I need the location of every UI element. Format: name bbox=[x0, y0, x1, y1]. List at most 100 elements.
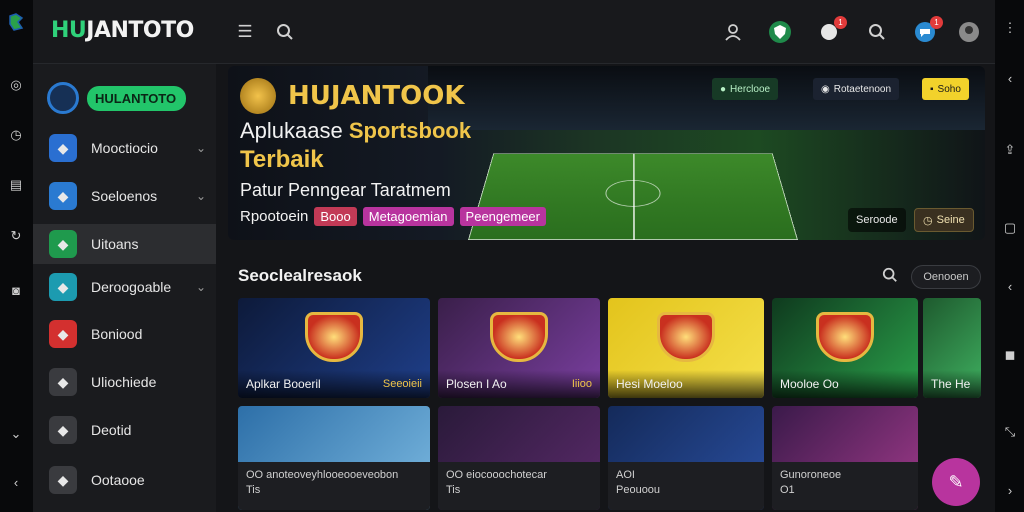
more-icon[interactable]: ⋮ bbox=[1000, 18, 1020, 38]
game-card[interactable]: The He bbox=[923, 298, 981, 398]
game-card-caption: AOI Peouoou bbox=[608, 462, 764, 510]
tool-icon: ◆ bbox=[49, 273, 77, 301]
pinch-icon[interactable]: ⤡ bbox=[1000, 422, 1020, 442]
refresh-icon[interactable]: ↻ bbox=[6, 226, 26, 246]
chrome-icon[interactable]: ◎ bbox=[6, 75, 26, 95]
hero-chip-2[interactable]: ◉ Rotaetenoon bbox=[813, 78, 900, 100]
edit-fab-button[interactable]: ✎ bbox=[932, 458, 980, 506]
game-card-title: The He bbox=[931, 377, 971, 391]
avatar-icon[interactable] bbox=[957, 20, 981, 44]
game-card[interactable]: OO eiocooochotecar Tis bbox=[438, 406, 600, 510]
user-icon[interactable] bbox=[721, 20, 745, 44]
section-filter-button[interactable]: Oenooen bbox=[911, 265, 981, 289]
chat-badge: 1 bbox=[834, 16, 847, 29]
clock-icon[interactable]: ◷ bbox=[6, 125, 26, 145]
back-arrow-icon[interactable]: ‹ bbox=[1000, 68, 1020, 88]
sidebar-item-6[interactable]: ◆ Uliochiede bbox=[33, 362, 216, 402]
game-card[interactable]: Hesi Moeloo bbox=[608, 298, 764, 398]
hero-left-button[interactable]: Seroode bbox=[848, 208, 906, 232]
hero-left-button-label: Seroode bbox=[856, 214, 898, 226]
camera-icon[interactable]: ◙ bbox=[6, 280, 26, 300]
game-card-subtitle: O1 bbox=[780, 484, 795, 496]
game-card-title: Hesi Moeloo bbox=[616, 377, 683, 391]
game-card-caption: Gunoroneoe O1 bbox=[772, 462, 918, 510]
chevron-down-icon[interactable]: ⌄ bbox=[196, 141, 206, 155]
notes-icon[interactable]: ▤ bbox=[6, 175, 26, 195]
game-card[interactable]: Plosen I Ao Iiioo bbox=[438, 298, 600, 398]
hero-right-button-label: Seine bbox=[936, 214, 965, 226]
chevron-down-icon[interactable]: ⌄ bbox=[6, 424, 26, 444]
sidebar-brand[interactable]: HULANTOTO bbox=[47, 82, 187, 114]
chip-globe-icon: ◉ bbox=[821, 83, 830, 95]
logo-text-hu: HU bbox=[51, 18, 87, 43]
hero-banner[interactable]: HUJANTOOK Aplukaase Sportsbook Terbaik P… bbox=[228, 66, 985, 240]
game-card-title: OO eiocooochotecar bbox=[446, 469, 547, 481]
top-app-bar: HUJANTOTO ☰ 1 1 bbox=[33, 0, 995, 64]
game-card-caption: The He bbox=[923, 370, 981, 398]
hero-headline: Aplukaase Sportsbook bbox=[240, 118, 471, 144]
game-card-caption: OO anoteoveyhlooeooeveobon Tis bbox=[238, 462, 430, 510]
logo-text-rest: JANTOTO bbox=[86, 18, 194, 43]
game-card-caption: Aplkar Booeril Seeoieii bbox=[238, 370, 430, 398]
sidebar-brand-label: HULANTOTO bbox=[87, 85, 187, 111]
hero-tag-3[interactable]: Peengemeer bbox=[459, 207, 546, 226]
hero-headline-a: Aplukaase bbox=[240, 118, 349, 143]
chevron-down-icon[interactable]: ⌄ bbox=[196, 280, 206, 294]
menu-icon[interactable]: ☰ bbox=[233, 20, 257, 44]
sidebar-item-label: Mooctiocio bbox=[91, 140, 158, 156]
ball-icon: ◆ bbox=[49, 368, 77, 396]
sidebar-item-4[interactable]: ◆ Deroogoable ⌄ bbox=[33, 267, 216, 307]
app-logo-icon[interactable] bbox=[6, 12, 26, 32]
record-icon[interactable]: ◼ bbox=[1000, 345, 1020, 365]
hero-tag-1[interactable]: Booo bbox=[314, 207, 357, 226]
hero-tagline: Patur Penngear Taratmem bbox=[240, 180, 451, 200]
grid-icon: ◆ bbox=[49, 182, 77, 210]
sidebar-item-1[interactable]: ◆ Mooctiocio ⌄ bbox=[33, 128, 216, 168]
brand-medal-icon bbox=[47, 82, 79, 114]
game-card[interactable]: Gunoroneoe O1 bbox=[772, 406, 918, 510]
share-icon[interactable]: ⇪ bbox=[1000, 140, 1020, 160]
game-card[interactable]: AOI Peouoou bbox=[608, 406, 764, 510]
chat-icon[interactable]: 1 bbox=[817, 16, 847, 44]
game-card-caption: Hesi Moeloo bbox=[608, 370, 764, 398]
trophy-icon: ◆ bbox=[49, 134, 77, 162]
sidebar-item-3[interactable]: ◆ Uitoans bbox=[33, 224, 216, 264]
money-icon: ◆ bbox=[49, 230, 77, 258]
main-content: HUJANTOOK Aplukaase Sportsbook Terbaik P… bbox=[216, 64, 995, 512]
sidebar-item-label: Deotid bbox=[91, 422, 132, 438]
message-icon[interactable]: 1 bbox=[913, 16, 943, 44]
chevron-down-icon[interactable]: ⌄ bbox=[196, 189, 206, 203]
back-icon[interactable]: ‹ bbox=[6, 472, 26, 492]
sidebar-item-label: Ootaooe bbox=[91, 472, 145, 488]
sidebar-item-8[interactable]: ◆ Ootaooe bbox=[33, 460, 216, 500]
sidebar-item-7[interactable]: ◆ Deotid bbox=[33, 410, 216, 450]
game-card[interactable]: Mooloe Oo bbox=[772, 298, 918, 398]
brand-logo[interactable]: HUJANTOTO bbox=[51, 18, 194, 43]
window-icon[interactable]: ▢ bbox=[1000, 218, 1020, 238]
search-icon[interactable] bbox=[273, 20, 297, 44]
game-card-title: Plosen I Ao bbox=[446, 377, 507, 391]
game-card[interactable]: OO anoteoveyhlooeooeveobon Tis bbox=[238, 406, 430, 510]
clock-icon: ◷ bbox=[923, 214, 933, 227]
chevron-right-icon[interactable]: › bbox=[1000, 480, 1020, 500]
game-card-title: OO anoteoveyhlooeooeveobon bbox=[246, 469, 399, 481]
shield-icon[interactable] bbox=[768, 20, 792, 44]
notify-badge: 1 bbox=[930, 16, 943, 29]
hero-headline-b: Sportsbook bbox=[348, 118, 472, 143]
sidebar-item-5[interactable]: ◆ Boniood bbox=[33, 314, 216, 354]
game-card-caption: Mooloe Oo bbox=[772, 370, 918, 398]
trophy-icon bbox=[240, 78, 276, 114]
hero-chip-1[interactable]: ● Herclooe bbox=[712, 78, 779, 100]
section-search-icon[interactable] bbox=[882, 267, 898, 288]
hero-right-button[interactable]: ◷ Seine bbox=[914, 208, 974, 232]
chevron-left-icon[interactable]: ‹ bbox=[1000, 276, 1020, 296]
hero-tag-lead: Rpootoein bbox=[240, 208, 309, 225]
hero-tag-2[interactable]: Metagoemian bbox=[362, 207, 454, 226]
sidebar-item-label: Deroogoable bbox=[91, 279, 172, 295]
chip-ball-icon: ● bbox=[720, 83, 727, 95]
search-icon-secondary[interactable] bbox=[865, 20, 889, 44]
game-card[interactable]: Aplkar Booeril Seeoieii bbox=[238, 298, 430, 398]
hero-chip-3[interactable]: ▪ Soho bbox=[922, 78, 969, 100]
pencil-icon: ✎ bbox=[948, 471, 964, 492]
sidebar-item-2[interactable]: ◆ Soeloenos ⌄ bbox=[33, 176, 216, 216]
